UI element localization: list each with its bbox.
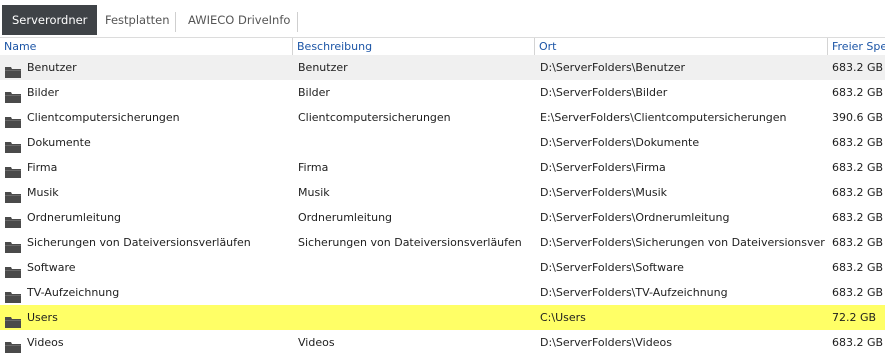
- folder-free-space: 683.2 GB: [832, 186, 884, 199]
- table-row[interactable]: Firma Firma D:\ServerFolders\Firma 683.2 GB: [0, 155, 885, 180]
- folder-location: D:\ServerFolders\Software: [540, 261, 684, 274]
- folder-name: Users: [27, 311, 58, 324]
- folder-free-space: 683.2 GB: [832, 261, 884, 274]
- folder-icon: [5, 287, 21, 303]
- folder-icon: [5, 237, 21, 253]
- folder-icon: [5, 137, 21, 153]
- column-header-location[interactable]: Ort: [535, 38, 827, 55]
- folder-name: Bilder: [27, 86, 59, 99]
- table-row[interactable]: Software D:\ServerFolders\Software 683.2 G…: [0, 255, 885, 280]
- folder-free-space: 683.2 GB: [832, 136, 884, 149]
- folder-description: Videos: [298, 336, 335, 349]
- folder-location: D:\ServerFolders\Firma: [540, 161, 666, 174]
- folder-location: D:\ServerFolders\Benutzer: [540, 61, 686, 74]
- folder-free-space: 683.2 GB: [832, 211, 884, 224]
- folder-free-space: 683.2 GB: [832, 86, 884, 99]
- folder-name: Sicherungen von Dateiversionsverläufen: [27, 236, 251, 249]
- folder-location: C:\Users: [540, 311, 586, 324]
- table-row[interactable]: Musik Musik D:\ServerFolders\Musik 683.2 GB: [0, 180, 885, 205]
- folder-name: Software: [27, 261, 76, 274]
- column-header-free-space[interactable]: Freier Spei: [828, 38, 885, 55]
- folder-location: D:\ServerFolders\Ordnerumleitung: [540, 211, 730, 224]
- folder-location: D:\ServerFolders\TV-Aufzeichnung: [540, 286, 728, 299]
- server-folder-list: Benutzer Benutzer D:\ServerFolders\Benutze…: [0, 55, 885, 355]
- folder-description: [298, 130, 533, 155]
- tab-serverordner[interactable]: Serverordner: [2, 5, 98, 35]
- table-row[interactable]: Ordnerumleitung Ordnerumleitung D:\ServerF…: [0, 205, 885, 230]
- folder-description: Clientcomputersicherungen: [298, 111, 451, 124]
- table-row[interactable]: Videos Videos D:\ServerFolders\Videos 683.2…: [0, 330, 885, 355]
- folder-icon: [5, 162, 21, 178]
- tab-divider: [297, 12, 298, 32]
- folder-description: Musik: [298, 186, 330, 199]
- folder-name: Firma: [27, 161, 58, 174]
- folder-name: Ordnerumleitung: [27, 211, 122, 224]
- tab-festplatten[interactable]: Festplatten: [93, 5, 182, 35]
- folder-free-space: 683.2 GB: [832, 286, 884, 299]
- table-row[interactable]: Sicherungen von Dateiversionsverläufen Si…: [0, 230, 885, 255]
- folder-description: Firma: [298, 161, 329, 174]
- table-row[interactable]: Users C:\Users 72.2 GB: [0, 305, 885, 330]
- folder-name: Videos: [27, 336, 64, 349]
- folder-icon: [5, 187, 21, 203]
- folder-free-space: 683.2 GB: [832, 336, 884, 349]
- folder-icon: [5, 87, 21, 103]
- folder-location: D:\ServerFolders\Bilder: [540, 86, 668, 99]
- folder-name: TV-Aufzeichnung: [27, 286, 120, 299]
- folder-location: D:\ServerFolders\Sicherungen von Dateive…: [540, 236, 825, 249]
- folder-icon: [5, 312, 21, 328]
- folder-free-space: 683.2 GB: [832, 61, 884, 74]
- folder-description: [298, 305, 533, 330]
- table-row[interactable]: Dokumente D:\ServerFolders\Dokumente 683.2…: [0, 130, 885, 155]
- column-header-name[interactable]: Name: [0, 38, 292, 55]
- folder-free-space: 683.2 GB: [832, 236, 884, 249]
- table-row[interactable]: Benutzer Benutzer D:\ServerFolders\Benutze…: [0, 55, 885, 80]
- folder-description: Benutzer: [298, 61, 348, 74]
- folder-icon: [5, 112, 21, 128]
- folder-name: Clientcomputersicherungen: [27, 111, 180, 124]
- folder-free-space: 390.6 GB: [832, 111, 884, 124]
- folder-location: D:\ServerFolders\Dokumente: [540, 136, 700, 149]
- folder-free-space: 72.2 GB: [832, 311, 877, 324]
- folder-location: D:\ServerFolders\Musik: [540, 186, 668, 199]
- folder-description: Ordnerumleitung: [298, 211, 393, 224]
- folder-description: Sicherungen von Dateiversionsverläufen: [298, 236, 522, 249]
- folder-free-space: 683.2 GB: [832, 161, 884, 174]
- folder-icon: [5, 62, 21, 78]
- folder-location: E:\ServerFolders\Clientcomputersicherung…: [540, 111, 787, 124]
- folder-description: [298, 280, 533, 305]
- table-row[interactable]: Clientcomputersicherungen Clientcomputers…: [0, 105, 885, 130]
- column-header-description[interactable]: Beschreibung: [293, 38, 534, 55]
- folder-location: D:\ServerFolders\Videos: [540, 336, 672, 349]
- tab-awieco-driveinfo[interactable]: AWIECO DriveInfo: [176, 5, 302, 35]
- folder-icon: [5, 337, 21, 353]
- folder-name: Musik: [27, 186, 59, 199]
- table-row[interactable]: Bilder Bilder D:\ServerFolders\Bilder 683.2…: [0, 80, 885, 105]
- folder-description: Bilder: [298, 86, 330, 99]
- folder-name: Benutzer: [27, 61, 77, 74]
- folder-icon: [5, 262, 21, 278]
- table-header: Name Beschreibung Ort Freier Spei: [0, 37, 885, 56]
- tab-bar: Serverordner Festplatten AWIECO DriveInf…: [0, 0, 885, 38]
- folder-name: Dokumente: [27, 136, 91, 149]
- folder-icon: [5, 212, 21, 228]
- folder-description: [298, 255, 533, 280]
- table-row[interactable]: TV-Aufzeichnung D:\ServerFolders\TV-Aufze…: [0, 280, 885, 305]
